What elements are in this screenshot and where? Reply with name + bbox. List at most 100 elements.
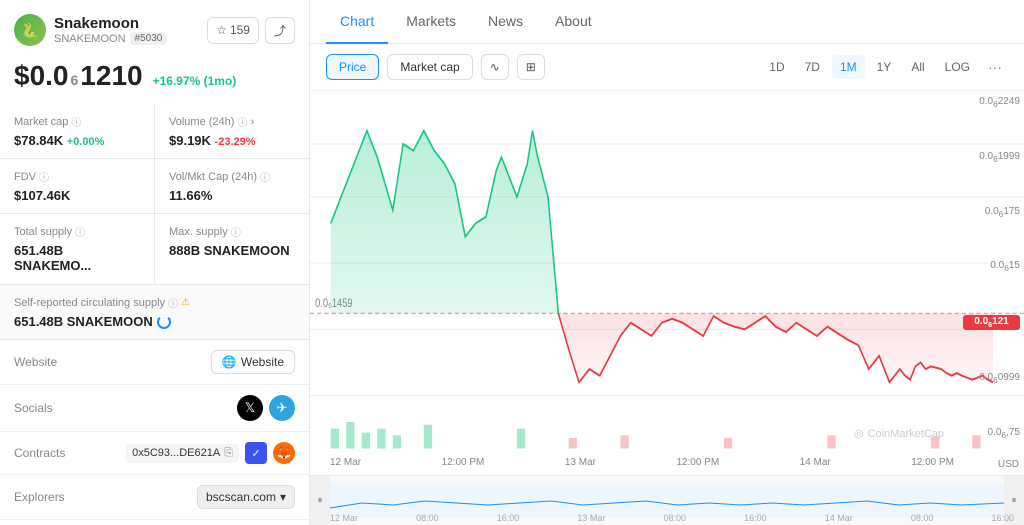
circulating-section: Self-reported circulating supply ⓘ ⚠ 651… — [0, 284, 309, 339]
price-chart-svg: 0.0₆1459 — [310, 91, 1024, 475]
contract-address: 0x5C93...DE621A ⎘ — [126, 444, 239, 463]
contract-addr-text: 0x5C93...DE621A — [132, 447, 220, 459]
price-display: $0.061210 +16.97% (1mo) — [14, 60, 295, 92]
website-row: Website 🌐 Website — [0, 340, 309, 385]
copy-icon[interactable]: ⎘ — [224, 447, 233, 460]
y-axis-labels: 0.062249 0.061999 0.06175 0.0615 0.06121… — [959, 91, 1024, 445]
ucid-row: UCID ⓘ 36000 ⎘ — [0, 520, 309, 525]
x-label-1: 12 Mar — [330, 457, 361, 468]
shield-icon[interactable]: ✓ — [245, 442, 267, 464]
currency-label: USD — [998, 459, 1019, 470]
twitter-icon[interactable]: 𝕏 — [237, 395, 263, 421]
watermark-icon: ◎ — [854, 427, 864, 440]
y-label-5: 0.060999 — [963, 372, 1020, 385]
y-label-current: 0.06121 — [963, 315, 1020, 330]
candle-chart-icon-button[interactable]: ⊞ — [517, 54, 545, 80]
price-section: $0.061210 +16.97% (1mo) — [0, 54, 309, 104]
total-supply-value: 651.48B SNAKEMO... — [14, 243, 140, 273]
volume-expand-icon[interactable]: › — [250, 116, 254, 128]
contracts-label: Contracts — [14, 446, 94, 460]
mini-x-4: 13 Mar — [577, 513, 605, 523]
watermark-text: CoinMarketCap — [868, 428, 944, 440]
total-supply-label: Total supply — [14, 226, 72, 238]
coin-logo: 🐍 — [14, 14, 46, 46]
marketcap-button[interactable]: Market cap — [387, 54, 472, 80]
volmkt-cell: Vol/Mkt Cap (24h) ⓘ 11.66% — [155, 159, 309, 213]
tab-news[interactable]: News — [474, 0, 537, 44]
x-label-2: 12:00 PM — [442, 457, 485, 468]
more-options-button[interactable]: ··· — [982, 55, 1008, 79]
time-7d[interactable]: 7D — [797, 55, 828, 79]
circulating-warn-icon[interactable]: ⚠ — [181, 297, 190, 308]
mini-x-2: 08:00 — [416, 513, 439, 523]
website-label: Website — [14, 355, 94, 369]
mini-x-1: 12 Mar — [330, 513, 358, 523]
market-cap-label: Market cap — [14, 116, 68, 128]
chevron-down-icon: ▾ — [280, 490, 286, 504]
volume-info-icon[interactable]: ⓘ — [237, 114, 247, 129]
y-label-2: 0.061999 — [963, 151, 1020, 164]
circulating-label: Self-reported circulating supply — [14, 297, 165, 309]
circulating-info-icon[interactable]: ⓘ — [168, 295, 178, 310]
market-cap-cell: Market cap ⓘ $78.84K +0.00% — [0, 104, 154, 158]
volmkt-info-icon[interactable]: ⓘ — [260, 169, 270, 184]
volmkt-value: 11.66% — [169, 188, 295, 203]
x-axis-labels: 12 Mar 12:00 PM 13 Mar 12:00 PM 14 Mar 1… — [330, 450, 954, 475]
price-button[interactable]: Price — [326, 54, 379, 80]
chart-area: 0.0₆1459 — [310, 91, 1024, 475]
volmkt-label: Vol/Mkt Cap (24h) — [169, 171, 257, 183]
y-label-4: 0.0615 — [963, 260, 1020, 273]
y-label-6: 0.06,75 — [963, 427, 1020, 440]
fdv-value: $107.46K — [14, 188, 140, 203]
time-all[interactable]: All — [903, 55, 932, 79]
fdv-label: FDV — [14, 171, 36, 183]
star-count: 159 — [230, 23, 250, 37]
line-chart-icon-button[interactable]: ∿ — [481, 54, 509, 80]
mini-x-3: 16:00 — [497, 513, 520, 523]
chart-controls: Price Market cap ∿ ⊞ 1D 7D 1M 1Y All LOG… — [310, 44, 1024, 91]
stats-grid: Market cap ⓘ $78.84K +0.00% Volume (24h)… — [0, 104, 309, 283]
max-supply-value: 888B SNAKEMOON — [169, 243, 295, 258]
info-rows: Website 🌐 Website Socials 𝕏 ✈ Contracts — [0, 339, 309, 525]
fox-icon[interactable]: 🦊 — [273, 442, 295, 464]
market-cap-value: $78.84K — [14, 133, 63, 148]
right-panel: Chart Markets News About Price Market ca… — [310, 0, 1024, 525]
price-main: $0.0 — [14, 60, 69, 92]
volume-change: -23.29% — [215, 136, 256, 148]
x-label-6: 12:00 PM — [911, 457, 954, 468]
x-label-5: 14 Mar — [800, 457, 831, 468]
time-1m[interactable]: 1M — [832, 55, 865, 79]
time-1y[interactable]: 1Y — [869, 55, 900, 79]
socials-row: Socials 𝕏 ✈ — [0, 385, 309, 432]
socials-label: Socials — [14, 401, 94, 415]
tab-chart[interactable]: Chart — [326, 0, 388, 44]
x-label-3: 13 Mar — [565, 457, 596, 468]
coin-name: Snakemoon — [54, 15, 167, 32]
mini-scroll-left[interactable]: ⏸ — [310, 476, 330, 525]
time-log[interactable]: LOG — [937, 55, 978, 79]
share-icon: ⤴ — [274, 22, 286, 39]
mini-x-7: 14 Mar — [825, 513, 853, 523]
coin-symbol: SNAKEMOON — [54, 33, 126, 45]
coin-header: 🐍 Snakemoon SNAKEMOON #5030 ☆ 159 ⤴ — [0, 0, 309, 54]
website-button[interactable]: 🌐 Website — [211, 350, 295, 374]
total-supply-info-icon[interactable]: ⓘ — [75, 224, 85, 239]
tab-markets[interactable]: Markets — [392, 0, 470, 44]
mini-chart: ⏸ ⏸ 12 Mar 08:00 16:00 13 Mar 08:00 16:0… — [310, 475, 1024, 525]
star-button[interactable]: ☆ 159 — [207, 17, 259, 44]
fdv-info-icon[interactable]: ⓘ — [39, 169, 49, 184]
max-supply-info-icon[interactable]: ⓘ — [231, 224, 241, 239]
tab-about[interactable]: About — [541, 0, 606, 44]
volume-cell: Volume (24h) ⓘ › $9.19K -23.29% — [155, 104, 309, 158]
time-1d[interactable]: 1D — [761, 55, 792, 79]
market-cap-info-icon[interactable]: ⓘ — [71, 114, 81, 129]
mini-x-8: 08:00 — [911, 513, 934, 523]
telegram-icon[interactable]: ✈ — [269, 395, 295, 421]
share-button[interactable]: ⤴ — [265, 17, 295, 44]
price-sub: 1210 — [80, 60, 142, 92]
explorer-button[interactable]: bscscan.com ▾ — [197, 485, 295, 509]
explorer-value: bscscan.com — [206, 490, 276, 504]
globe-icon: 🌐 — [222, 355, 237, 369]
coin-rank: #5030 — [130, 32, 168, 45]
y-label-3: 0.06175 — [963, 206, 1020, 219]
